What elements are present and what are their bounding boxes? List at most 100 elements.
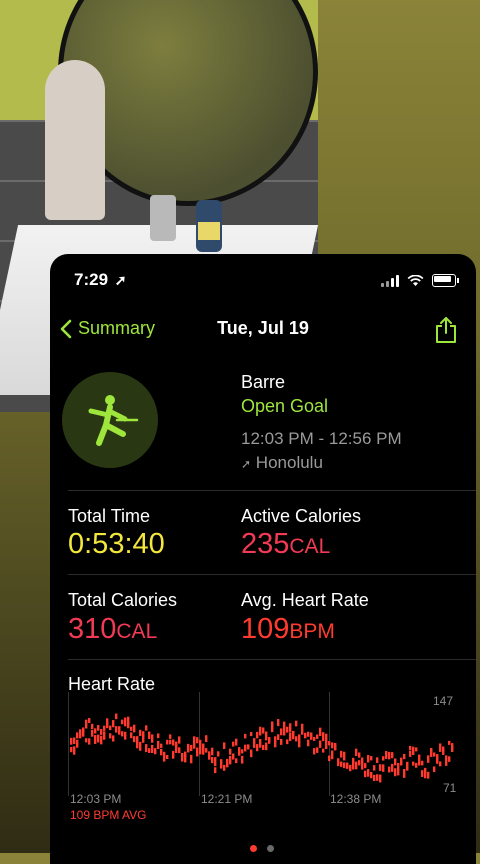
heart-rate-sample [403,768,406,778]
heart-rate-sample [172,750,175,759]
heart-rate-sample [160,748,163,756]
heart-rate-sample [232,741,235,747]
heart-rate-sample [370,771,373,779]
heart-rate-sample [133,724,136,733]
heart-rate-sample [139,741,142,751]
heart-rate-sample [313,736,316,741]
heart-rate-sample [241,755,244,764]
heart-rate-sample [400,757,403,763]
divider [68,490,476,491]
avg-heart-rate-number: 109 [241,613,290,645]
heart-rate-sample [415,762,418,768]
total-time-label: Total Time [68,506,151,526]
heart-rate-sample [298,734,301,744]
heart-rate-sample [193,736,196,744]
heart-rate-sample [130,726,133,731]
heart-rate-sample [439,743,442,752]
heart-rate-sample [115,713,118,720]
heart-rate-sample [190,754,193,764]
heart-rate-sample [235,758,238,764]
heart-rate-sample [106,718,109,726]
heart-rate-sample [367,769,370,777]
heart-rate-sample [364,770,367,778]
heart-rate-sample [214,767,217,774]
avg-heart-rate-value: 109BPM [241,613,335,646]
heart-rate-sample [118,726,121,733]
heart-rate-sample [334,742,337,751]
heart-rate-sample [220,759,223,764]
heart-rate-sample [373,765,376,771]
location-arrow-icon: ➚ [114,272,127,288]
heart-rate-sample [394,758,397,766]
heart-rate-sample [388,751,391,760]
heart-rate-sample [145,725,148,731]
heart-rate-sample [376,774,379,781]
time-label-end: 12:38 PM [330,792,382,806]
heart-rate-sample [250,749,253,758]
heart-rate-sample [409,750,412,757]
avg-heart-rate-unit: BPM [289,620,335,643]
heart-rate-sample [187,743,190,753]
heart-rate-sample [385,751,388,757]
heart-rate-sample [379,774,382,783]
heart-rate-sample [280,738,283,745]
total-time-value: 0:53:40 [68,528,165,560]
heart-rate-sample [391,763,394,772]
active-calories-number: 235 [241,528,290,560]
page-indicator[interactable] [250,845,274,852]
time-label-mid: 12:21 PM [201,792,253,806]
heart-rate-sample [271,724,274,733]
heart-rate-sample [148,731,151,740]
heart-rate-sample [295,720,298,727]
heart-rate-sample [427,771,430,779]
time-label-start: 12:03 PM [70,792,122,806]
heart-rate-sample [253,742,256,748]
share-button[interactable] [434,316,458,349]
heart-rate-sample [325,733,328,742]
heart-rate-sample [244,733,247,739]
heart-rate-sample [409,745,412,751]
heart-rate-sample [76,739,79,748]
heart-rate-sample [88,738,91,745]
heart-rate-sample [412,746,415,756]
status-time: 7:29 [74,270,109,289]
heart-rate-sample [361,761,364,770]
heart-rate-sample [355,761,358,770]
heart-rate-sample [307,731,310,737]
total-calories-label: Total Calories [68,590,178,610]
heart-rate-sample [307,739,310,747]
heart-rate-sample [265,742,268,751]
heart-rate-sample [388,766,391,773]
heart-rate-sample [418,761,421,766]
heart-rate-sample [70,746,73,753]
heart-rate-sample [259,738,262,748]
heart-rate-sample [196,747,199,757]
page-dot[interactable] [267,845,274,852]
heart-rate-sample [322,732,325,742]
heart-rate-sample [100,735,103,745]
heart-rate-sample [91,723,94,730]
heart-rate-sample [340,750,343,758]
heart-rate-sample [379,764,382,771]
heart-rate-sample [430,749,433,757]
barre-icon [88,395,139,446]
page-dot-active[interactable] [250,845,257,852]
heart-rate-sample [97,734,100,743]
heart-rate-sample [169,734,172,739]
heart-rate-sample [166,739,169,745]
heart-rate-sample [121,719,124,725]
heart-rate-sample [103,731,106,740]
heart-rate-sample [328,741,331,746]
heart-rate-sample [250,731,253,737]
heart-rate-sample [304,732,307,739]
heart-rate-sample [148,748,151,753]
workout-detail-screen: 7:29 ➚ Summary Tue, Jul 19 Barre Open Go… [50,254,476,864]
heart-rate-sample [373,774,376,782]
heart-rate-sample [199,739,202,749]
heart-rate-sample [292,731,295,736]
heart-rate-sample [349,765,352,772]
heart-rate-sample [232,753,235,760]
heart-rate-sample [391,752,394,759]
heart-rate-sample [370,756,373,761]
heart-rate-sample [382,764,385,772]
